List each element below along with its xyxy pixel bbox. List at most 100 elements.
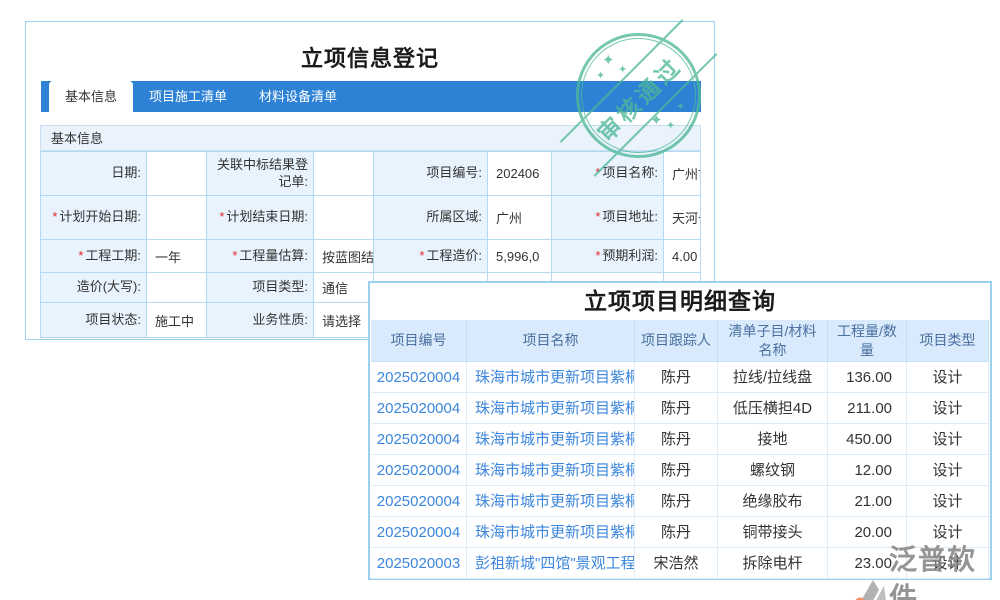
tab-2[interactable]: 材料设备清单 <box>243 81 353 112</box>
field-value[interactable]: 广州 <box>488 195 552 239</box>
field-label: 关联中标结果登记单: <box>207 151 314 195</box>
cell-project-name[interactable]: 珠海市城市更新项目紫桐 <box>467 455 635 486</box>
detail-query-title: 立项项目明细查询 <box>370 283 990 320</box>
required-asterisk: * <box>78 248 83 264</box>
field-label: *计划开始日期: <box>41 195 147 239</box>
cell-item-name: 拉线/拉线盘 <box>718 362 828 393</box>
field-label: *工程量估算: <box>207 239 314 272</box>
field-label: 项目编号: <box>374 151 488 195</box>
column-header-5: 项目类型 <box>907 320 989 362</box>
field-value[interactable]: 按蓝图结 <box>314 239 374 272</box>
required-asterisk: * <box>232 248 237 264</box>
detail-table: 项目编号项目名称项目跟踪人清单子目/材料名称工程量/数量项目类型 20250200… <box>371 320 989 579</box>
cell-tracker: 陈丹 <box>635 393 718 424</box>
field-label-text: 计划开始日期: <box>59 209 141 225</box>
field-value[interactable]: 5,996,0 <box>488 239 552 272</box>
cell-tracker: 陈丹 <box>635 517 718 548</box>
field-label: *项目地址: <box>552 195 664 239</box>
column-header-1: 项目名称 <box>467 320 635 362</box>
field-value[interactable] <box>147 272 207 302</box>
cell-item-name: 接地 <box>718 424 828 455</box>
field-label: 所属区域: <box>374 195 488 239</box>
cell-item-name: 拆除电杆 <box>718 548 828 579</box>
cell-item-name: 绝缘胶布 <box>718 486 828 517</box>
cell-tracker: 宋浩然 <box>635 548 718 579</box>
cell-project-name[interactable]: 珠海市城市更新项目紫桐 <box>467 424 635 455</box>
column-header-0: 项目编号 <box>371 320 467 362</box>
field-value[interactable] <box>147 195 207 239</box>
registration-window-title: 立项信息登记 <box>26 41 714 73</box>
field-label-text: 预期利润: <box>602 248 658 264</box>
cell-project-name[interactable]: 珠海市城市更新项目紫桐 <box>467 517 635 548</box>
cell-item-name: 螺纹钢 <box>718 455 828 486</box>
field-label-text: 工程造价: <box>426 248 482 264</box>
cell-project-code[interactable]: 2025020004 <box>371 393 467 424</box>
field-label-text: 造价(大写): <box>77 279 141 295</box>
field-label-text: 项目状态: <box>85 312 141 328</box>
field-value[interactable]: 施工中 <box>147 302 207 337</box>
cell-project-code[interactable]: 2025020004 <box>371 424 467 455</box>
cell-tracker: 陈丹 <box>635 424 718 455</box>
field-value[interactable]: 一年 <box>147 239 207 272</box>
field-value[interactable]: 广州市 <box>664 151 701 195</box>
tab-bar: 基本信息项目施工清单材料设备清单 <box>41 81 701 112</box>
screen: 立项信息登记 基本信息项目施工清单材料设备清单 基本信息 日期: 关联中标结果登记… <box>0 0 1000 600</box>
cell-project-code[interactable]: 2025020004 <box>371 486 467 517</box>
cell-project-name[interactable]: 彭祖新城"四馆"景观工程 <box>467 548 635 579</box>
required-asterisk: * <box>595 209 600 225</box>
field-label-text: 工程工期: <box>85 248 141 264</box>
field-label-text: 关联中标结果登记单: <box>211 157 308 190</box>
cell-project-name[interactable]: 珠海市城市更新项目紫桐 <box>467 393 635 424</box>
tab-0[interactable]: 基本信息 <box>49 81 133 112</box>
field-label: *工程工期: <box>41 239 147 272</box>
field-label: 项目状态: <box>41 302 147 337</box>
field-label: 业务性质: <box>207 302 314 337</box>
column-header-4: 工程量/数量 <box>828 320 907 362</box>
cell-project-type: 设计 <box>907 486 989 517</box>
field-label-text: 工程量估算: <box>239 248 308 264</box>
cell-item-name: 低压横担4D <box>718 393 828 424</box>
field-label-text: 日期: <box>111 165 141 181</box>
field-label: *预期利润: <box>552 239 664 272</box>
field-value[interactable]: 202406 <box>488 151 552 195</box>
field-value[interactable] <box>147 151 207 195</box>
cell-tracker: 陈丹 <box>635 362 718 393</box>
cell-quantity: 136.00 <box>828 362 907 393</box>
cell-project-type: 设计 <box>907 393 989 424</box>
column-header-3: 清单子目/材料名称 <box>718 320 828 362</box>
field-value[interactable] <box>314 151 374 195</box>
field-value[interactable]: 4.00 <box>664 239 701 272</box>
field-label-text: 业务性质: <box>252 312 308 328</box>
field-label: *项目名称: <box>552 151 664 195</box>
tab-1[interactable]: 项目施工清单 <box>133 81 243 112</box>
cell-tracker: 陈丹 <box>635 455 718 486</box>
field-label-text: 所属区域: <box>426 209 482 225</box>
cell-project-type: 设计 <box>907 548 989 579</box>
field-value[interactable]: 天河长 <box>664 195 701 239</box>
cell-project-type: 设计 <box>907 424 989 455</box>
required-asterisk: * <box>419 248 424 264</box>
field-value[interactable]: 通信 <box>314 272 374 302</box>
required-asterisk: * <box>595 165 600 181</box>
cell-project-code[interactable]: 2025020004 <box>371 362 467 393</box>
column-header-2: 项目跟踪人 <box>635 320 718 362</box>
cell-project-name[interactable]: 珠海市城市更新项目紫桐 <box>467 362 635 393</box>
cell-quantity: 450.00 <box>828 424 907 455</box>
field-label: 造价(大写): <box>41 272 147 302</box>
cell-quantity: 23.00 <box>828 548 907 579</box>
cell-project-type: 设计 <box>907 455 989 486</box>
field-label-text: 项目名称: <box>602 165 658 181</box>
detail-query-window: 立项项目明细查询 项目编号项目名称项目跟踪人清单子目/材料名称工程量/数量项目类… <box>368 281 992 580</box>
cell-project-code[interactable]: 2025020004 <box>371 455 467 486</box>
field-value[interactable] <box>314 195 374 239</box>
cell-project-code[interactable]: 2025020004 <box>371 517 467 548</box>
field-label: *工程造价: <box>374 239 488 272</box>
field-label: *计划结束日期: <box>207 195 314 239</box>
cell-project-name[interactable]: 珠海市城市更新项目紫桐 <box>467 486 635 517</box>
field-label-text: 项目编号: <box>426 165 482 181</box>
cell-project-type: 设计 <box>907 517 989 548</box>
cell-project-type: 设计 <box>907 362 989 393</box>
cell-project-code[interactable]: 2025020003 <box>371 548 467 579</box>
field-value[interactable]: 请选择 <box>314 302 374 337</box>
cell-quantity: 12.00 <box>828 455 907 486</box>
